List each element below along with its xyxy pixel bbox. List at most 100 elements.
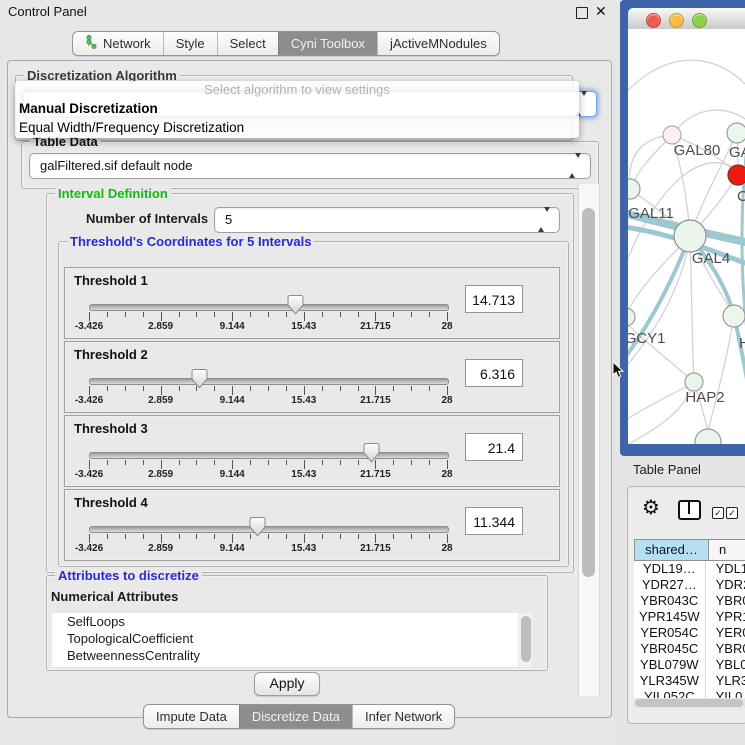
apply-button[interactable]: Apply (254, 672, 320, 696)
tab-cyni-toolbox[interactable]: Cyni Toolbox (278, 32, 377, 55)
network-node-labels: GAL80GACGAL11GAL4GCY1HHAP2 (628, 142, 745, 406)
threshold-label: Threshold 4 (74, 495, 148, 510)
table-row[interactable]: YLR345WYLR3 (634, 673, 745, 689)
tab-style[interactable]: Style (163, 32, 217, 55)
tab-label: Network (103, 36, 151, 51)
table-body: YDL19…YDL1YDR27…YDR2YBR043CYBR0YPR145WYP… (634, 561, 745, 698)
zoom-traffic-light-icon[interactable] (692, 13, 707, 28)
attribute-list-item[interactable]: BetweennessCentrality (52, 647, 518, 664)
network-node-c[interactable] (728, 165, 745, 185)
threshold-slider-track[interactable] (89, 452, 449, 459)
cell-name: YBR0 (705, 593, 745, 609)
threshold-slider-track[interactable] (89, 378, 449, 385)
checkbox-icon[interactable]: ✓ (712, 507, 724, 519)
table-panel: ⚙ ✓ ✓ shared…n YDL19…YDL1YDR27…YDR2YBR04… (627, 486, 745, 724)
attribute-list-item[interactable]: SelfLoops (52, 613, 518, 630)
table-row[interactable]: YBL079WYBL0 (634, 657, 745, 673)
control-panel-titlebar: Control Panel ✕ (0, 0, 613, 24)
tab-label: Impute Data (156, 709, 227, 724)
slider-tick-labels: -3.4262.8599.14415.4321.71528 (89, 543, 447, 555)
close-traffic-light-icon[interactable] (646, 13, 661, 28)
slider-tick-labels: -3.4262.8599.14415.4321.71528 (89, 321, 447, 333)
mouse-cursor (612, 362, 624, 379)
network-canvas[interactable]: GAL80GACGAL11GAL4GCY1HHAP2 (628, 29, 745, 444)
threshold-label: Threshold 3 (74, 421, 148, 436)
table-data-value: galFiltered.sif default node (30, 154, 590, 178)
network-view-window[interactable]: GAL80GACGAL11GAL4GCY1HHAP2 (620, 0, 745, 456)
threshold-value-field[interactable]: 14.713 (465, 285, 523, 313)
network-node-h[interactable] (723, 305, 745, 327)
table-row[interactable]: YBR043CYBR0 (634, 593, 745, 609)
number-of-intervals-combobox[interactable]: 5 (214, 207, 560, 233)
group-legend: Interval Definition (55, 186, 171, 201)
network-icon (85, 35, 98, 52)
gear-icon[interactable]: ⚙ (642, 497, 660, 519)
panel-scrollbar[interactable] (578, 184, 600, 696)
cell-name: YBL0 (705, 657, 745, 673)
tab-impute-data[interactable]: Impute Data (144, 705, 239, 728)
threshold-value-field[interactable]: 11.344 (465, 507, 523, 535)
threshold-value-field[interactable]: 21.4 (465, 433, 523, 461)
table-row[interactable]: YIL052CYIL0 (634, 689, 745, 698)
cell-shared-name: YER054C (634, 625, 705, 641)
cell-name: YDR2 (705, 577, 745, 593)
tab-label: Infer Network (365, 709, 442, 724)
table-horizontal-scrollbar[interactable] (634, 698, 745, 708)
group-legend: Threshold's Coordinates for 5 Intervals (67, 234, 314, 249)
network-node-gal11[interactable] (628, 179, 640, 199)
tab-jactivemnodules[interactable]: jActiveMNodules (377, 32, 499, 55)
network-node[interactable] (695, 429, 721, 444)
window-float-icon[interactable] (576, 7, 588, 19)
table-row[interactable]: YPR145WYPR1 (634, 609, 745, 625)
node-label: GAL11 (628, 205, 674, 222)
node-label: GAL4 (692, 250, 730, 267)
dropdown-option[interactable]: Equal Width/Frequency Discretization (15, 118, 579, 137)
network-node-gcy1[interactable] (628, 308, 635, 326)
tab-network[interactable]: Network (73, 32, 163, 55)
scrollbar-thumb[interactable] (582, 208, 595, 577)
cell-shared-name: YLR345W (634, 673, 705, 689)
table-row[interactable]: YBR045CYBR0 (634, 641, 745, 657)
table-row[interactable]: YER054CYER0 (634, 625, 745, 641)
network-node-ga[interactable] (727, 123, 745, 143)
combo-stepper-icon (538, 208, 550, 232)
numerical-attributes-list[interactable]: SelfLoopsTopologicalCoefficientBetweenne… (52, 613, 518, 667)
cell-name: YIL0 (705, 689, 745, 698)
cell-name: YPR1 (705, 609, 745, 625)
node-label: GA (729, 144, 745, 161)
table-header-row: shared…n (634, 539, 745, 561)
tab-infer-network[interactable]: Infer Network (352, 705, 454, 728)
tab-label: Select (230, 36, 266, 51)
threshold-value-field[interactable]: 6.316 (465, 359, 523, 387)
attribute-list-item[interactable]: TopologicalCoefficient (52, 630, 518, 647)
tab-select[interactable]: Select (217, 32, 278, 55)
table-row[interactable]: YDR27…YDR2 (634, 577, 745, 593)
threshold-slider-track[interactable] (89, 304, 449, 311)
dropdown-option[interactable]: Manual Discretization (15, 99, 579, 118)
split-view-icon[interactable] (678, 500, 701, 520)
cell-shared-name: YDR27… (634, 577, 705, 593)
slider-tick-labels: -3.4262.8599.14415.4321.71528 (89, 469, 447, 481)
cell-shared-name: YPR145W (634, 609, 705, 625)
node-label: GAL80 (674, 142, 721, 159)
network-node-gal4[interactable] (674, 220, 706, 252)
algorithm-dropdown-popup: Select algorithm to view settings Manual… (15, 81, 579, 138)
column-header[interactable]: shared… (634, 539, 709, 561)
control-panel-tabs: Network Style Select Cyni ToolboxjActiveMNo… (72, 31, 500, 56)
checkbox-icon[interactable]: ✓ (726, 507, 738, 519)
tab-discretize-data[interactable]: Discretize Data (239, 705, 352, 728)
tab-label: Discretize Data (252, 709, 340, 724)
minimize-traffic-light-icon[interactable] (669, 13, 684, 28)
table-row[interactable]: YDL19…YDL1 (634, 561, 745, 577)
threshold-slider-track[interactable] (89, 526, 449, 533)
list-scrollbar[interactable] (519, 613, 532, 667)
tab-label: Style (176, 36, 205, 51)
threshold-panel: Threshold 3 -3.4262.8599.14415.4321.7152… (64, 415, 560, 487)
cell-name: YLR3 (705, 673, 745, 689)
table-data-combobox[interactable]: galFiltered.sif default node (29, 153, 591, 179)
close-icon[interactable]: ✕ (595, 3, 607, 20)
column-header[interactable]: n (709, 539, 745, 561)
cell-shared-name: YBL079W (634, 657, 705, 673)
network-window-titlebar[interactable] (628, 8, 745, 30)
cell-name: YER0 (705, 625, 745, 641)
